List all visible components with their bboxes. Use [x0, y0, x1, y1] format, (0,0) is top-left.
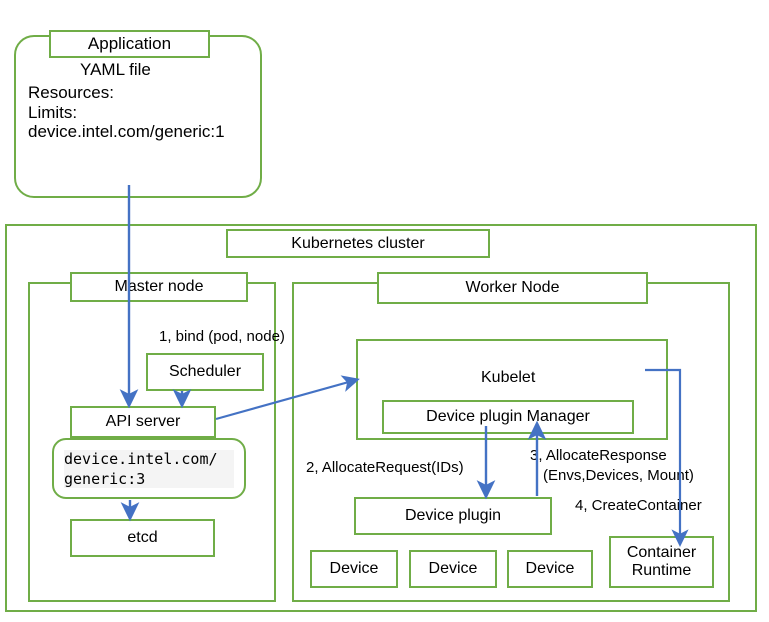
application-subtitle: YAML file: [80, 60, 151, 79]
device-plugin-box[interactable]: Device plugin: [354, 497, 552, 535]
device-plugin-label: Device plugin: [404, 507, 502, 525]
flow-label-step3-line2: (Envs,Devices, Mount): [543, 467, 694, 484]
scheduler-box[interactable]: Scheduler: [146, 353, 264, 391]
worker-node-label: Worker Node: [465, 279, 560, 297]
kubernetes-cluster-label: Kubernetes cluster: [291, 234, 425, 252]
container-runtime-label-line1: Container: [626, 544, 697, 562]
api-server-box[interactable]: API server: [70, 406, 216, 438]
application-header-box[interactable]: Application: [49, 30, 210, 58]
device-label-1: Device: [329, 560, 379, 578]
api-server-label: API server: [105, 413, 181, 431]
device-plugin-manager-box[interactable]: Device plugin Manager: [382, 400, 634, 434]
application-spec-text: Resources: Limits: device.intel.com/gene…: [28, 83, 225, 142]
container-runtime-label-line2: Runtime: [631, 562, 692, 579]
flow-label-step1: 1, bind (pod, node): [159, 328, 285, 345]
container-runtime-box[interactable]: Container Runtime: [609, 536, 714, 588]
device-box-3[interactable]: Device: [507, 550, 593, 588]
kubelet-label: Kubelet: [481, 369, 536, 386]
scheduler-label: Scheduler: [168, 363, 242, 381]
worker-node-title-box[interactable]: Worker Node: [377, 272, 648, 304]
flow-label-step3-line1: 3, AllocateResponse: [530, 447, 667, 464]
diagram-canvas: Application YAML file Resources: Limits:…: [0, 0, 769, 622]
master-node-label: Master node: [114, 278, 204, 296]
flow-label-step4: 4, CreateContainer: [575, 497, 702, 514]
etcd-label: etcd: [127, 529, 158, 547]
application-header-label: Application: [87, 34, 172, 54]
etcd-box[interactable]: etcd: [70, 519, 215, 557]
device-plugin-manager-label: Device plugin Manager: [426, 408, 590, 426]
device-label-3: Device: [525, 560, 575, 578]
flow-label-step2: 2, AllocateRequest(IDs): [306, 459, 464, 476]
kubernetes-cluster-title-box[interactable]: Kubernetes cluster: [226, 229, 490, 258]
master-node-title-box[interactable]: Master node: [70, 272, 248, 302]
device-label-2: Device: [428, 560, 478, 578]
device-box-2[interactable]: Device: [409, 550, 497, 588]
device-box-1[interactable]: Device: [310, 550, 398, 588]
api-server-resource-code: device.intel.com/ generic:3: [64, 450, 234, 488]
